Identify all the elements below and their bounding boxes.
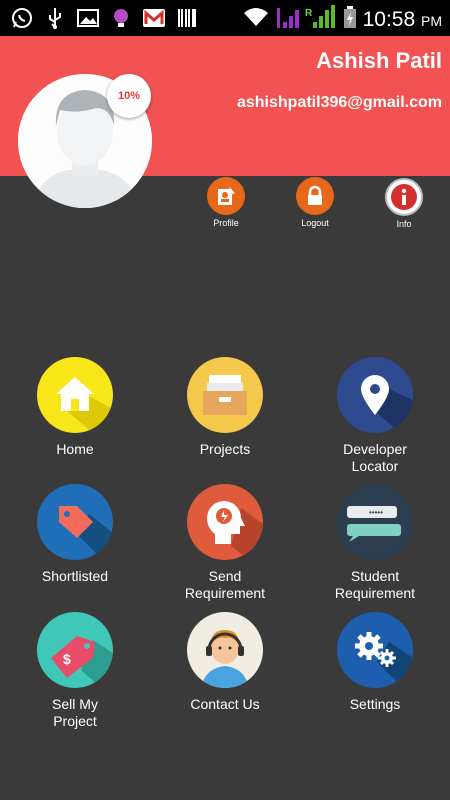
whatsapp-icon <box>10 6 34 30</box>
status-bar: R 10:58 PM <box>0 0 450 36</box>
gmail-icon <box>142 6 166 30</box>
signal-icon: R <box>275 4 337 35</box>
gears-icon <box>337 612 413 688</box>
profile-action[interactable]: Profile <box>196 177 256 228</box>
svg-text:•••••: ••••• <box>369 508 383 517</box>
svg-text:R: R <box>305 8 313 19</box>
info-icon <box>385 178 423 216</box>
menu-sell-my-project[interactable]: $ Sell My Project <box>10 612 140 730</box>
menu-shortlisted[interactable]: Shortlisted <box>10 484 140 585</box>
info-label: Info <box>396 219 412 229</box>
user-email: ashishpatil396@gmail.com <box>236 94 442 111</box>
battery-icon <box>343 5 357 34</box>
chat-icon: ••••• <box>337 484 413 560</box>
menu-label: Sell My Project <box>52 696 98 729</box>
location-pin-icon <box>337 357 413 433</box>
menu-label: Shortlisted <box>41 568 109 584</box>
head-idea-icon <box>187 484 263 560</box>
menu-label: Developer Locator <box>343 441 407 474</box>
profile-completion-badge: 10% <box>107 74 151 118</box>
menu-send-requirement[interactable]: Send Requirement <box>160 484 290 602</box>
system-icons: R 10:58 PM <box>243 4 442 35</box>
info-action[interactable]: Info <box>374 178 434 229</box>
user-name: Ashish Patil <box>316 48 442 73</box>
support-agent-icon <box>187 612 263 688</box>
svg-text:$: $ <box>63 651 71 667</box>
menu-contact-us[interactable]: Contact Us <box>160 612 290 713</box>
clock: 10:58 PM <box>362 7 442 31</box>
image-icon <box>76 6 100 30</box>
menu-projects[interactable]: Projects <box>160 357 290 458</box>
logout-label: Logout <box>301 218 329 228</box>
profile-icon <box>207 177 245 215</box>
menu-label: Send Requirement <box>184 568 266 601</box>
menu-label: Projects <box>199 441 251 457</box>
notification-icon <box>109 6 133 30</box>
menu-home[interactable]: Home <box>10 357 140 458</box>
wifi-icon <box>243 6 269 33</box>
profile-label: Profile <box>213 218 239 228</box>
menu-settings[interactable]: Settings <box>310 612 440 713</box>
folder-icon <box>187 357 263 433</box>
home-icon <box>37 357 113 433</box>
logout-action[interactable]: Logout <box>285 177 345 228</box>
price-tag-icon: $ <box>37 612 113 688</box>
menu-developer-locator[interactable]: Developer Locator <box>310 357 440 475</box>
menu-label: Home <box>56 441 94 457</box>
menu-label: Settings <box>349 696 401 712</box>
tag-icon <box>37 484 113 560</box>
usb-icon <box>43 6 67 30</box>
menu-label: Student Requirement <box>334 568 416 601</box>
menu-label: Contact Us <box>190 696 260 712</box>
barcode-icon <box>175 6 199 30</box>
menu-student-requirement[interactable]: ••••• Student Requirement <box>310 484 440 602</box>
notification-icons <box>10 6 199 30</box>
lock-icon <box>296 177 334 215</box>
